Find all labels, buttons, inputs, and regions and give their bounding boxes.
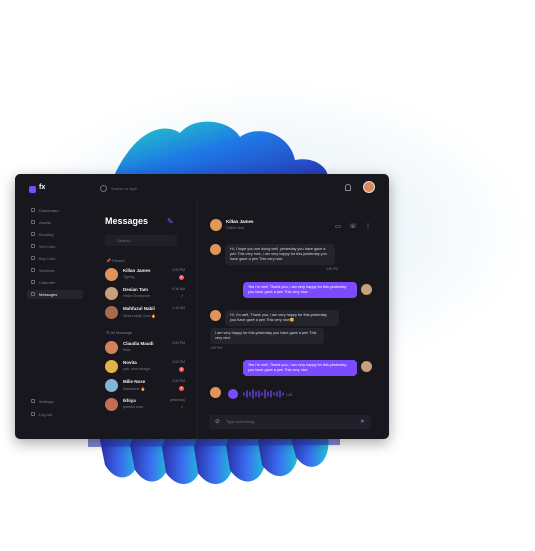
sidebar-item-buy-cars[interactable]: Buy Cars — [27, 254, 83, 263]
message-bubble-incoming: Hi, I'm well, Thank you, i am very happy… — [225, 310, 339, 326]
search-icon — [100, 185, 107, 192]
message-bubble-incoming: I am very happy for this.yesterday you h… — [210, 328, 324, 344]
global-search-input[interactable]: Search or type — [100, 182, 190, 195]
unread-badge: 2 — [179, 275, 184, 280]
chat-list-item[interactable]: Mahfuzul Nabil Wow really Cool 🔥 1:15 AM — [103, 303, 185, 321]
avatar — [105, 341, 118, 354]
assets-icon — [31, 220, 35, 224]
chat-area: Killan James Online Now ▭ ☏ ⋮ Hi, I hope… — [197, 202, 389, 439]
send-icon[interactable]: ➤ — [360, 415, 365, 429]
logout-icon — [31, 412, 35, 416]
avatar — [361, 361, 372, 372]
sidebar-item-logout[interactable]: Log out — [27, 410, 83, 419]
avatar — [105, 379, 118, 392]
waveform-icon — [243, 389, 284, 399]
phone-icon[interactable]: ☏ — [349, 223, 357, 231]
user-avatar[interactable] — [363, 181, 375, 193]
services-icon — [31, 268, 35, 272]
sidebar-item-settings[interactable]: Settings — [27, 397, 83, 406]
contact-status: Online Now — [226, 226, 245, 230]
avatar — [105, 287, 118, 300]
avatar — [105, 306, 118, 319]
chat-list-item[interactable]: Ikhiya publish now yesterday ✓ — [103, 395, 185, 413]
chat-list-item[interactable]: Milie Nose Awesome 🔥 4:30 PM 1 — [103, 376, 185, 394]
voice-message[interactable] — [228, 389, 286, 399]
message-icon — [31, 292, 35, 296]
booking-icon — [31, 232, 35, 236]
avatar — [105, 360, 118, 373]
logo: fx — [39, 184, 46, 191]
read-check-icon: ✓ — [180, 293, 184, 298]
voice-duration: 1:05 — [286, 393, 293, 397]
chat-list-item[interactable]: Desian Tam Hello! Everyone 9:36 AM ✓ — [103, 284, 185, 302]
avatar — [361, 284, 372, 295]
avatar — [105, 398, 118, 411]
chat-list-item[interactable]: Claudia Maudi Nice 4:30 PM — [103, 338, 185, 356]
unread-badge: 1 — [179, 386, 184, 391]
chat-list-item[interactable]: Novita yah, nice design 4:30 PM 2 — [103, 357, 185, 375]
message-input[interactable]: ⊘ Type something... ➤ — [209, 415, 371, 429]
car-icon — [31, 244, 35, 248]
message-bubble-outgoing: Yes I'm well, Thank you, i am very happy… — [243, 282, 357, 298]
gear-icon — [31, 399, 35, 403]
avatar — [210, 244, 221, 255]
all-messages-header: ☰ All Message — [106, 330, 133, 335]
more-icon[interactable]: ⋮ — [364, 223, 372, 231]
avatar — [105, 268, 118, 281]
calendar-icon — [31, 280, 35, 284]
sidebar-item-assets[interactable]: Assets — [27, 218, 83, 227]
sidebar-item-services[interactable]: Services — [27, 266, 83, 275]
messages-panel: Messages ✎ Search... 📌 Pinned Killan Jam… — [97, 202, 197, 439]
logo-icon — [29, 186, 36, 193]
video-call-icon[interactable]: ▭ — [334, 223, 342, 231]
sidebar-item-dashboard[interactable]: Dashboard — [27, 206, 83, 215]
contact-avatar[interactable] — [210, 219, 222, 231]
message-time: 4:30 PM — [210, 346, 222, 350]
cart-icon — [31, 256, 35, 260]
avatar — [210, 310, 221, 321]
message-time: 4:30 PM — [326, 267, 338, 271]
play-icon[interactable] — [228, 389, 238, 399]
pinned-header: 📌 Pinned — [106, 258, 125, 263]
message-bubble-outgoing: Yes I'm well, Thank you, i am very happy… — [243, 360, 357, 376]
sidebar-item-sell-cars[interactable]: Sell Cars — [27, 242, 83, 251]
attach-icon[interactable]: ⊘ — [215, 415, 220, 429]
contact-name: Killan James — [226, 219, 254, 224]
sidebar-item-calender[interactable]: Calender — [27, 278, 83, 287]
sidebar-item-booking[interactable]: Booking — [27, 230, 83, 239]
avatar — [210, 387, 221, 398]
unread-badge: 2 — [179, 367, 184, 372]
message-bubble-incoming: Hi, I hope you are doing well, yesterday… — [225, 244, 335, 265]
page-title: Messages — [105, 216, 149, 226]
sidebar: Dashboard Assets Booking Sell Cars Buy C… — [15, 202, 85, 439]
messages-search-input[interactable]: Search... — [105, 235, 177, 246]
compose-icon[interactable]: ✎ — [167, 218, 175, 226]
chat-list-item[interactable]: Killan James Typing... 4:30 PM 2 — [103, 265, 185, 283]
dashboard-icon — [31, 208, 35, 212]
read-check-icon: ✓ — [180, 404, 184, 409]
top-bar: fx Search or type — [15, 174, 389, 202]
app-window: fx Search or type Dashboard Assets Booki… — [15, 174, 389, 439]
sidebar-item-messages[interactable]: Messages — [27, 290, 83, 299]
bell-icon[interactable] — [345, 184, 351, 191]
